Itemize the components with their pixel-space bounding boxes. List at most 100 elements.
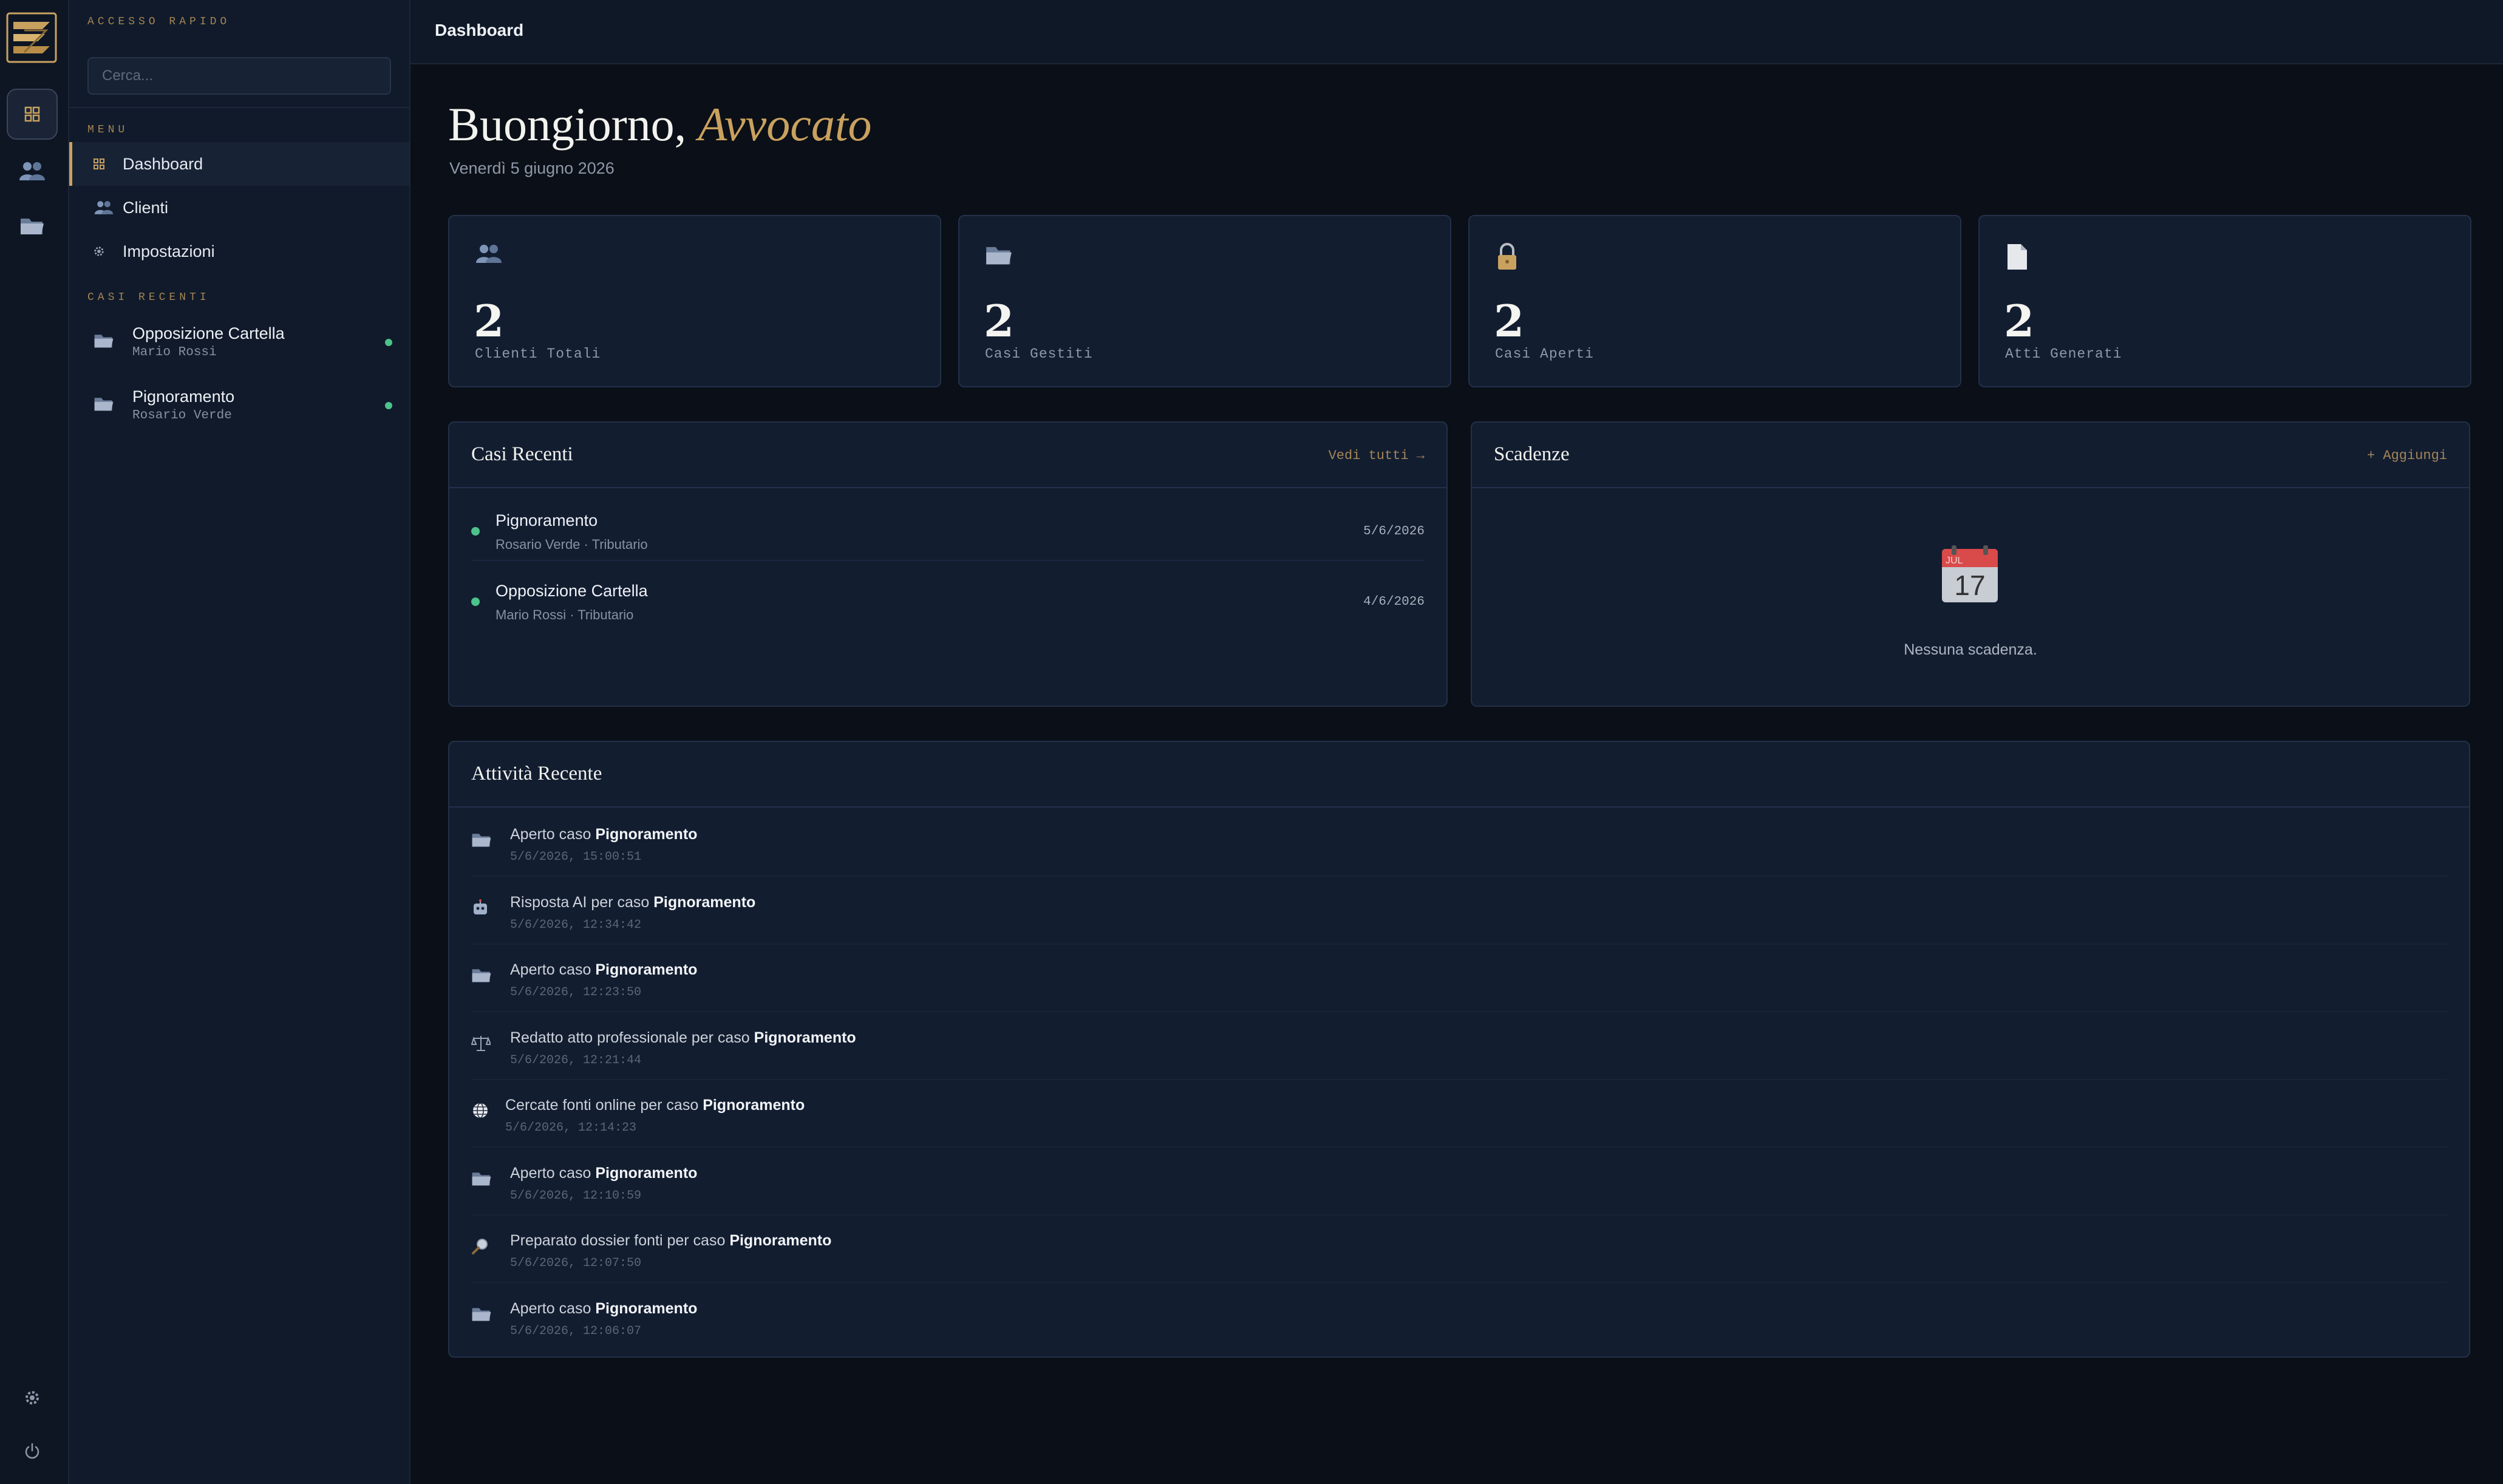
empty-state-text: Nessuna scadenza.: [1904, 641, 2037, 658]
case-title: Opposizione Cartella: [495, 582, 648, 600]
sidebar-divider: [69, 107, 409, 108]
people-icon: [475, 243, 503, 268]
case-title: Opposizione Cartella: [132, 324, 285, 342]
folder-icon: [471, 966, 495, 990]
calendar-icon: JUL 17: [1939, 544, 2000, 608]
activity-action: Aperto caso: [510, 1164, 596, 1182]
greeting-name: Avvocato: [698, 98, 872, 151]
activity-text: Preparato dossier fonti per caso Pignora…: [510, 1232, 831, 1250]
panel-title: Casi Recenti: [471, 443, 573, 465]
topbar: Dashboard: [410, 0, 2503, 64]
sidebar-case-pignoramento[interactable]: Pignoramento Rosario Verde: [69, 378, 409, 432]
people-icon: [94, 200, 123, 216]
globe-icon: [471, 1101, 495, 1126]
panel-header: Attività Recente: [449, 742, 2469, 808]
status-dot: [385, 339, 392, 346]
case-title: Pignoramento: [132, 387, 235, 406]
rail-cases-button[interactable]: [7, 200, 58, 251]
sidebar-item-dashboard[interactable]: Dashboard: [69, 142, 409, 186]
stat-value: 2: [984, 295, 1015, 347]
folder-icon: [471, 1169, 495, 1194]
panel-header: Scadenze + Aggiungi: [1472, 423, 2469, 488]
main-content: Dashboard Buongiorno, Avvocato Venerdì 5…: [410, 0, 2503, 1484]
activity-text: Aperto caso Pignoramento: [510, 1300, 697, 1318]
icon-rail: [0, 0, 69, 1484]
activity-case-name: Pignoramento: [754, 1029, 856, 1046]
rail-settings-button[interactable]: [7, 1372, 58, 1423]
view-all-link[interactable]: Vedi tutti →: [1329, 448, 1425, 463]
activity-row[interactable]: Aperto caso Pignoramento 5/6/2026, 15:00:…: [449, 809, 2469, 877]
stat-card-clients[interactable]: 2 Clienti Totali: [448, 215, 941, 387]
folder-icon: [94, 332, 132, 353]
folder-icon: [471, 1305, 495, 1329]
grid-icon: [24, 106, 40, 122]
activity-panel: Attività Recente Aperto caso Pignorament…: [448, 741, 2470, 1358]
activity-action: Preparato dossier fonti per caso: [510, 1232, 730, 1249]
activity-action: Aperto caso: [510, 1299, 596, 1317]
folder-icon: [985, 243, 1013, 270]
activity-timestamp: 5/6/2026, 12:06:07: [510, 1324, 642, 1338]
gear-icon: [24, 1390, 40, 1406]
greeting-prefix: Buongiorno,: [448, 98, 687, 151]
case-client: Mario Rossi: [132, 345, 217, 359]
stat-label: Casi Gestiti: [985, 346, 1093, 362]
activity-row[interactable]: Preparato dossier fonti per caso Pignora…: [449, 1215, 2469, 1283]
grid-icon: [94, 158, 123, 169]
status-dot: [385, 402, 392, 409]
stat-label: Casi Aperti: [1495, 346, 1594, 362]
sidebar-item-label: Clienti: [123, 198, 169, 217]
document-icon: [2005, 243, 2029, 274]
logo-icon[interactable]: [6, 12, 57, 63]
folder-icon: [94, 395, 132, 416]
activity-row[interactable]: Aperto caso Pignoramento 5/6/2026, 12:10:…: [449, 1148, 2469, 1216]
stat-card-cases[interactable]: 2 Casi Gestiti: [958, 215, 1451, 387]
status-dot: [471, 597, 480, 606]
sidebar-search-input[interactable]: [87, 57, 391, 95]
page-title: Dashboard: [435, 21, 524, 39]
quick-access-label: ACCESSO RAPIDO: [87, 16, 231, 28]
activity-row[interactable]: Aperto caso Pignoramento 5/6/2026, 12:23:…: [449, 944, 2469, 1012]
activity-case-name: Pignoramento: [653, 893, 756, 911]
greeting: Buongiorno, Avvocato: [448, 97, 872, 152]
folder-icon: [471, 831, 495, 855]
stat-card-documents[interactable]: 2 Atti Generati: [1978, 215, 2471, 387]
sidebar: ACCESSO RAPIDO MENU Dashboard Clienti Im…: [69, 0, 410, 1484]
activity-text: Aperto caso Pignoramento: [510, 826, 697, 843]
stat-value: 2: [474, 295, 505, 347]
activity-row[interactable]: Redatto atto professionale per caso Pign…: [449, 1012, 2469, 1080]
activity-action: Aperto caso: [510, 826, 596, 843]
activity-case-name: Pignoramento: [595, 1164, 698, 1182]
activity-case-name: Pignoramento: [595, 961, 698, 978]
activity-action: Cercate fonti online per caso: [505, 1097, 703, 1114]
stat-card-open-cases[interactable]: 2 Casi Aperti: [1468, 215, 1961, 387]
rail-logout-button[interactable]: [7, 1426, 58, 1477]
sidebar-item-settings[interactable]: Impostazioni: [69, 230, 409, 273]
magnifier-icon: [471, 1237, 495, 1261]
current-date: Venerdì 5 giugno 2026: [449, 159, 615, 177]
activity-row[interactable]: Aperto caso Pignoramento 5/6/2026, 12:06:…: [449, 1283, 2469, 1350]
case-subtitle: Mario Rossi · Tributario: [495, 607, 634, 622]
lock-icon: [1495, 243, 1519, 274]
activity-case-name: Pignoramento: [595, 826, 698, 843]
recent-cases-label: CASI RECENTI: [87, 291, 210, 304]
people-icon: [19, 160, 46, 182]
sidebar-case-opposizione[interactable]: Opposizione Cartella Mario Rossi: [69, 315, 409, 369]
activity-action: Aperto caso: [510, 961, 596, 978]
sidebar-item-label: Dashboard: [123, 154, 203, 173]
case-subtitle: Rosario Verde · Tributario: [495, 537, 648, 552]
sidebar-item-clients[interactable]: Clienti: [69, 186, 409, 230]
rail-clients-button[interactable]: [7, 146, 58, 197]
activity-row[interactable]: Risposta AI per caso Pignoramento 5/6/202…: [449, 877, 2469, 945]
gear-icon: [94, 246, 123, 257]
folder-icon: [19, 215, 45, 237]
recent-case-row[interactable]: Opposizione Cartella Mario Rossi · Tribu…: [449, 560, 1446, 630]
activity-row[interactable]: Cercate fonti online per caso Pignoramen…: [449, 1080, 2469, 1148]
stat-label: Clienti Totali: [475, 346, 601, 362]
panel-header: Casi Recenti Vedi tutti →: [449, 423, 1446, 488]
rail-dashboard-button[interactable]: [7, 89, 58, 140]
activity-timestamp: 5/6/2026, 12:23:50: [510, 985, 642, 999]
case-client: Rosario Verde: [132, 409, 232, 423]
add-deadline-button[interactable]: + Aggiungi: [2367, 448, 2447, 463]
case-title: Pignoramento: [495, 511, 598, 529]
recent-case-row[interactable]: Pignoramento Rosario Verde · Tributario …: [449, 489, 1446, 561]
